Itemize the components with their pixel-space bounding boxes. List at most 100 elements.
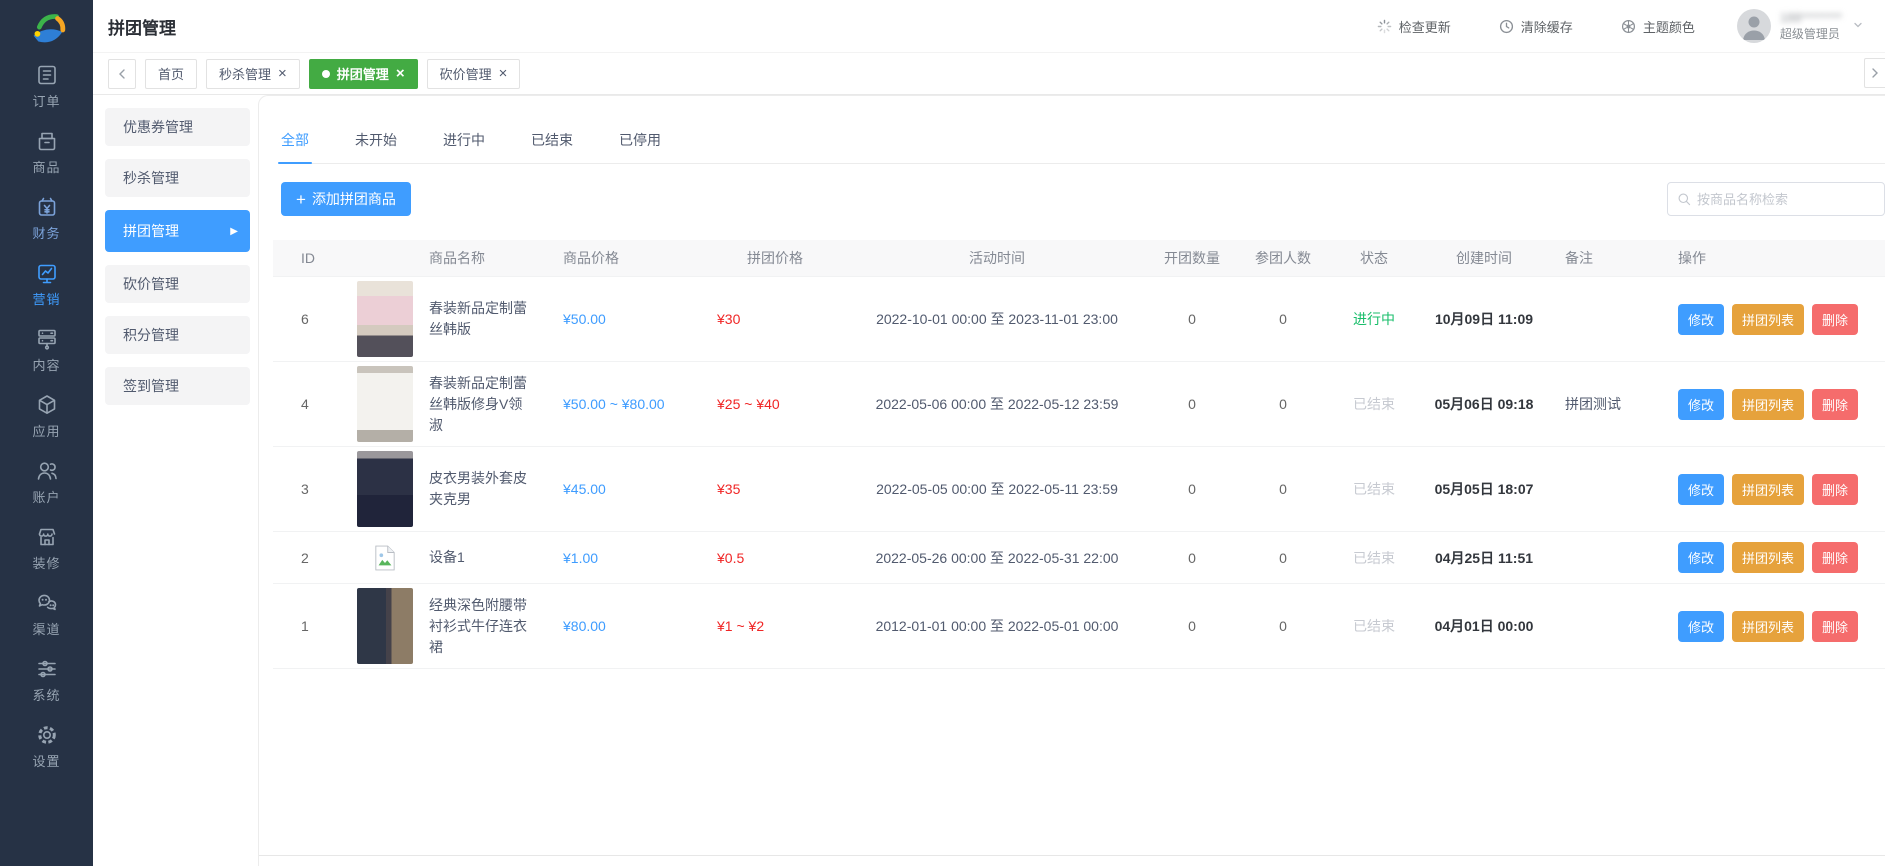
- header-action[interactable]: 检查更新: [1377, 17, 1451, 36]
- sidebar-item[interactable]: 账户: [0, 459, 93, 525]
- cell-actions: 修改 拼团列表 删除: [1664, 611, 1885, 642]
- tab-label: 首页: [158, 64, 184, 83]
- page-tab[interactable]: 首页 ×: [145, 59, 197, 89]
- sidebar-item[interactable]: 系统: [0, 657, 93, 723]
- group-list-button[interactable]: 拼团列表: [1732, 611, 1804, 642]
- sidebar-item-label: 装修: [32, 553, 60, 572]
- add-group-product-button[interactable]: + 添加拼团商品: [281, 182, 411, 216]
- submenu-item[interactable]: 优惠券管理 ▶: [105, 108, 250, 146]
- group-list-button[interactable]: 拼团列表: [1732, 304, 1804, 335]
- header-action[interactable]: 主题颜色: [1621, 17, 1695, 36]
- close-icon[interactable]: ×: [499, 66, 508, 81]
- status-filter-tab[interactable]: 进行中: [443, 130, 485, 163]
- sidebar-item[interactable]: 订单: [0, 63, 93, 129]
- status-filter-tab[interactable]: 未开始: [355, 130, 397, 163]
- close-icon[interactable]: ×: [278, 66, 287, 81]
- group-list-button[interactable]: 拼团列表: [1732, 474, 1804, 505]
- sidebar-item[interactable]: 渠道: [0, 591, 93, 657]
- sidebar-item-label: 内容: [32, 355, 60, 374]
- tab-label: 拼团管理: [337, 64, 389, 83]
- cell-join-count: 0: [1237, 481, 1329, 497]
- column-header: 创建时间: [1419, 248, 1549, 268]
- primary-nav: 订单 商品 财务 营销 内容: [0, 63, 93, 789]
- sidebar-item[interactable]: 商品: [0, 129, 93, 195]
- user-menu[interactable]: 188******** 超级管理员: [1737, 9, 1863, 43]
- sidebar-item-label: 应用: [32, 421, 60, 440]
- status-filter-tab[interactable]: 已结束: [531, 130, 573, 163]
- sidebar-item-label: 财务: [32, 223, 60, 242]
- cell-open-count: 0: [1147, 618, 1237, 634]
- chevron-left-icon: [116, 68, 128, 80]
- sidebar-item[interactable]: 装修: [0, 525, 93, 591]
- tabs-scroll-right-button[interactable]: [1864, 58, 1885, 88]
- order-icon: [35, 63, 59, 87]
- cell-actions: 修改 拼团列表 删除: [1664, 304, 1885, 335]
- status-filter-tab[interactable]: 全部: [281, 130, 309, 163]
- page-tab[interactable]: 拼团管理 ×: [309, 59, 418, 89]
- table-row: 2 设备1 ¥1.00 ¥0.5 2022-05-26 00:00 至 2022…: [273, 532, 1885, 584]
- status-filter-tab[interactable]: 已停用: [619, 130, 661, 163]
- delete-button[interactable]: 删除: [1812, 389, 1858, 420]
- plus-icon: +: [296, 191, 306, 208]
- submenu-item-label: 签到管理: [123, 376, 179, 396]
- submenu-item[interactable]: 秒杀管理 ▶: [105, 159, 250, 197]
- column-header: 状态: [1329, 248, 1419, 268]
- product-thumbnail: [357, 281, 413, 357]
- delete-button[interactable]: 删除: [1812, 474, 1858, 505]
- submenu-item[interactable]: 砍价管理 ▶: [105, 265, 250, 303]
- group-list-button[interactable]: 拼团列表: [1732, 542, 1804, 573]
- sidebar-item-label: 系统: [32, 685, 60, 704]
- toolbar: + 添加拼团商品: [281, 182, 1885, 216]
- close-icon[interactable]: ×: [396, 66, 405, 81]
- sidebar-item[interactable]: 内容: [0, 327, 93, 393]
- tabs-scroll-left-button[interactable]: [108, 59, 136, 89]
- submenu-item[interactable]: 积分管理 ▶: [105, 316, 250, 354]
- search-input[interactable]: [1697, 192, 1884, 207]
- delete-button[interactable]: 删除: [1812, 542, 1858, 573]
- edit-button[interactable]: 修改: [1678, 542, 1724, 573]
- bottom-divider: [259, 855, 1885, 856]
- cell-status: 已结束: [1329, 548, 1419, 568]
- cell-thumbnail: [349, 588, 421, 664]
- page-tab[interactable]: 秒杀管理 ×: [206, 59, 300, 89]
- chevron-down-icon: [1853, 17, 1863, 35]
- cell-thumbnail: [349, 366, 421, 442]
- edit-button[interactable]: 修改: [1678, 389, 1724, 420]
- page-title: 拼团管理: [108, 14, 176, 39]
- column-header: 商品价格: [557, 248, 697, 268]
- app-root: 订单 商品 财务 营销 内容: [0, 0, 1885, 866]
- system-icon: [35, 657, 59, 681]
- avatar: [1737, 9, 1771, 43]
- submenu-item[interactable]: 签到管理 ▶: [105, 367, 250, 405]
- cell-product-name: 设备1: [421, 547, 557, 568]
- column-header: 操作: [1664, 248, 1885, 268]
- cell-join-count: 0: [1237, 311, 1329, 327]
- edit-button[interactable]: 修改: [1678, 304, 1724, 335]
- search-box: [1667, 182, 1885, 216]
- delete-button[interactable]: 删除: [1812, 304, 1858, 335]
- user-role: 超级管理员: [1780, 27, 1842, 43]
- page-tab[interactable]: 砍价管理 ×: [427, 59, 521, 89]
- cell-created-time: 04月25日 11:51: [1419, 548, 1549, 568]
- brand-logo: [24, 7, 70, 53]
- status-badge: 已结束: [1353, 616, 1395, 636]
- submenu-item-label: 积分管理: [123, 325, 179, 345]
- submenu-item[interactable]: 拼团管理 ▶: [105, 210, 250, 252]
- edit-button[interactable]: 修改: [1678, 611, 1724, 642]
- group-list-button[interactable]: 拼团列表: [1732, 389, 1804, 420]
- header-actions: 检查更新 清除缓存 主题颜色: [1377, 17, 1695, 36]
- cell-created-time: 05月05日 18:07: [1419, 479, 1549, 499]
- delete-button[interactable]: 删除: [1812, 611, 1858, 642]
- status-badge: 进行中: [1353, 309, 1395, 329]
- sidebar-item[interactable]: 应用: [0, 393, 93, 459]
- sidebar-item[interactable]: 设置: [0, 723, 93, 789]
- header-action[interactable]: 清除缓存: [1499, 17, 1573, 36]
- cell-product-price: ¥50.00: [557, 311, 697, 327]
- sidebar-item[interactable]: 营销: [0, 261, 93, 327]
- edit-button[interactable]: 修改: [1678, 474, 1724, 505]
- sidebar-item[interactable]: 财务: [0, 195, 93, 261]
- broken-image-icon: [374, 545, 396, 571]
- submenu-item-label: 砍价管理: [123, 274, 179, 294]
- cell-activity-time: 2022-05-26 00:00 至 2022-05-31 22:00: [847, 548, 1147, 568]
- cell-id: 1: [273, 618, 349, 634]
